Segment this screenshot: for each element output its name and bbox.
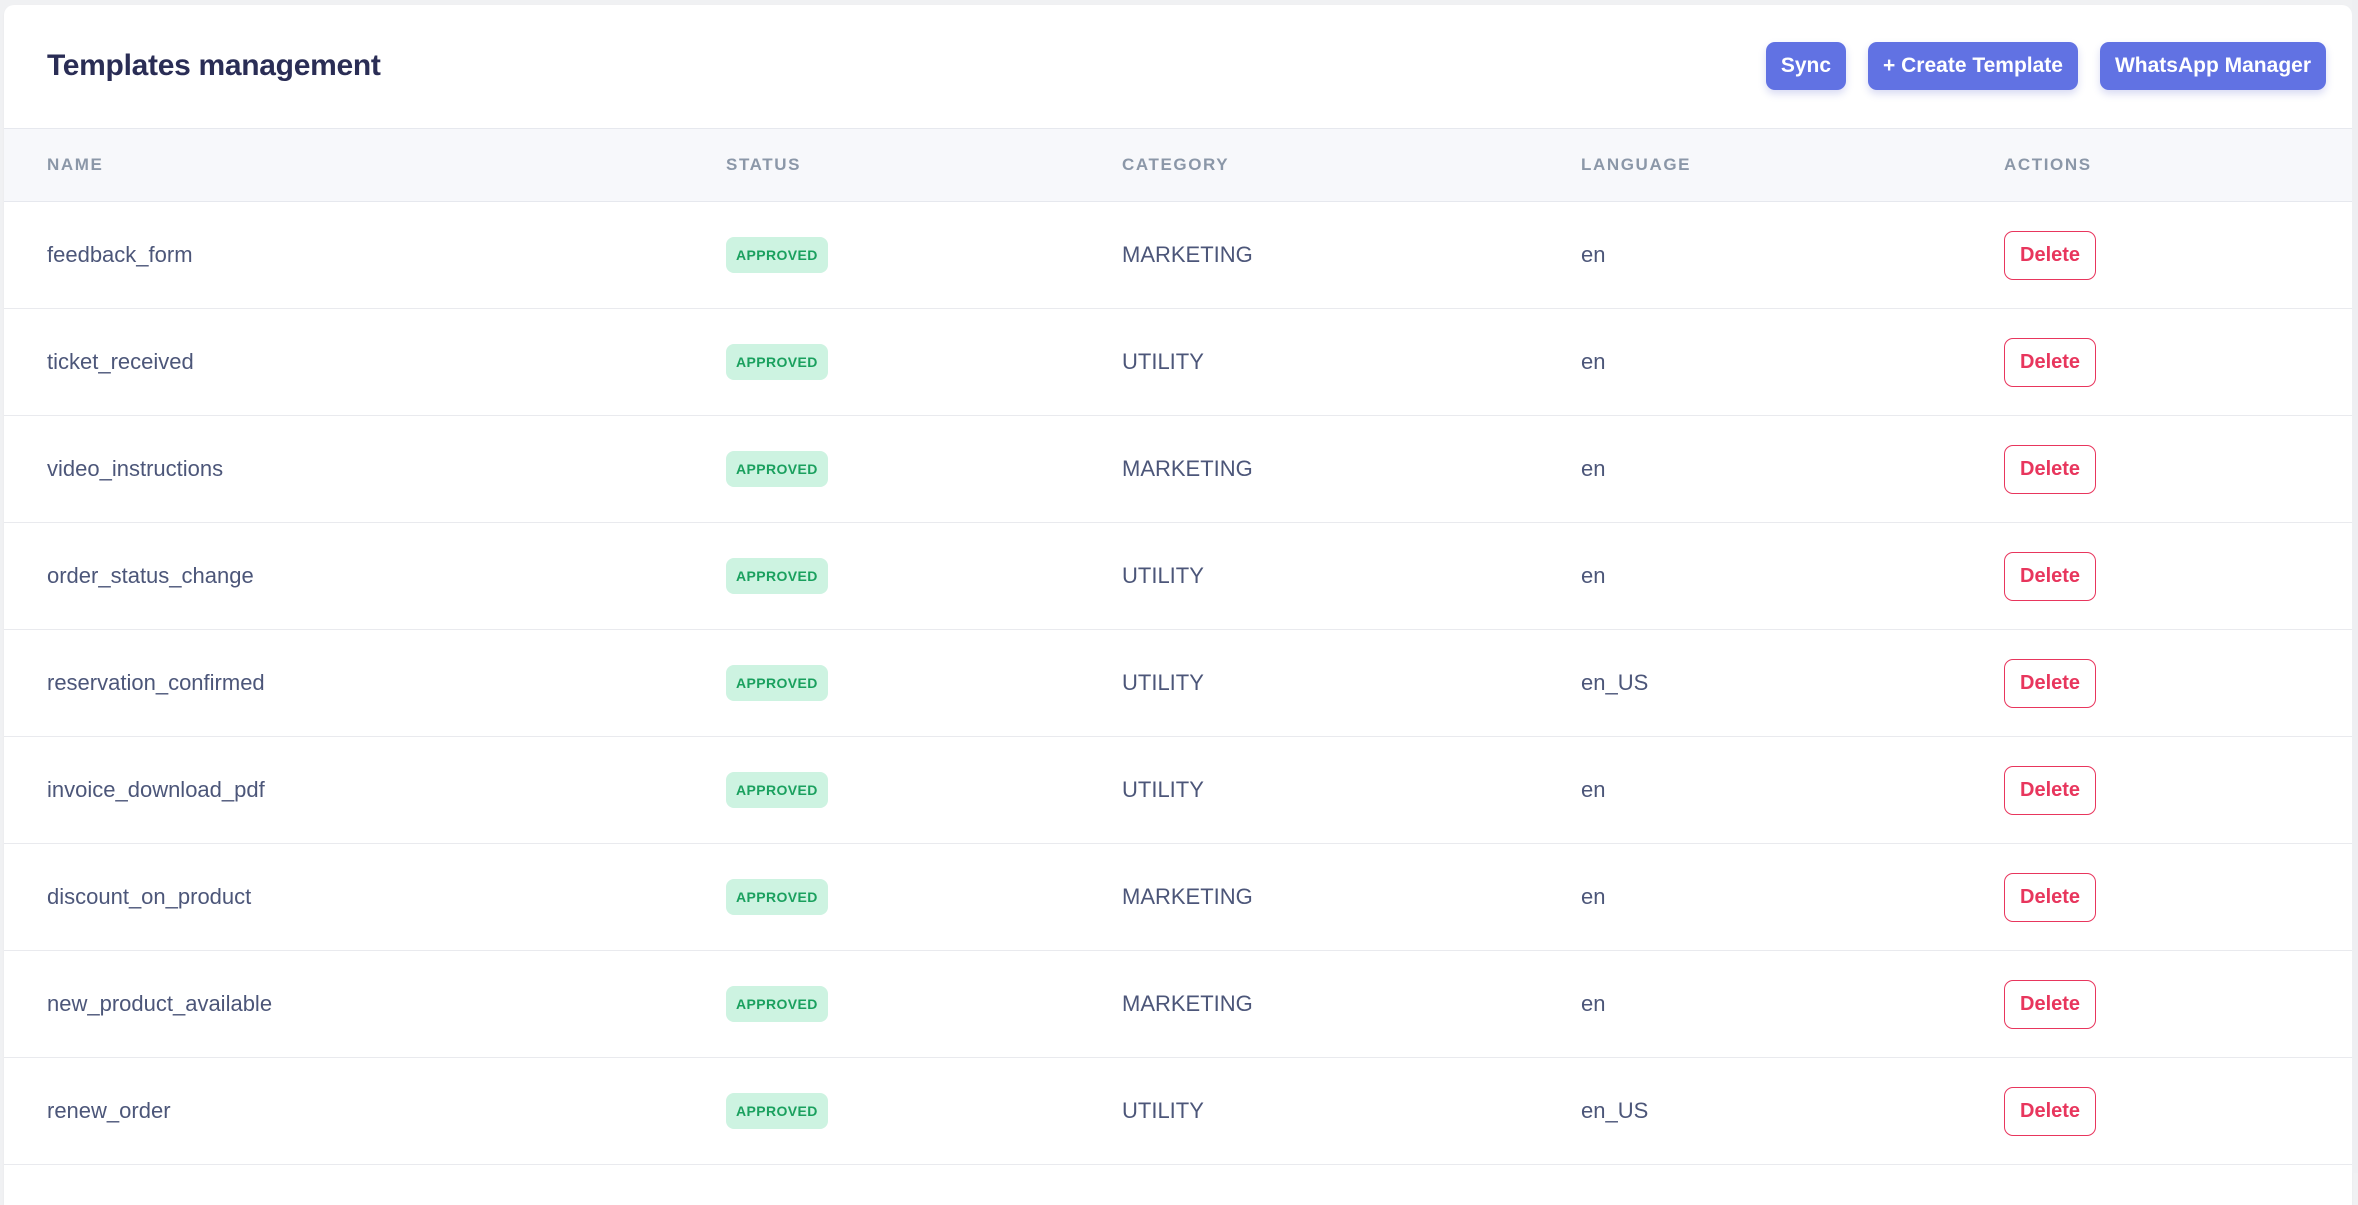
- status-badge: APPROVED: [726, 772, 828, 808]
- column-header-category[interactable]: CATEGORY: [1122, 129, 1229, 201]
- language-cell: en: [1581, 242, 1606, 267]
- whatsapp-manager-button[interactable]: WhatsApp Manager: [2099, 42, 2326, 90]
- scrollbar-track[interactable]: [2352, 0, 2358, 1173]
- template-name: video_instructions: [47, 456, 224, 481]
- table-row: video_instructions APPROVED MARKETING en Del…: [4, 416, 2352, 523]
- category-cell: MARKETING: [1122, 884, 1253, 909]
- template-name: discount_on_product: [47, 884, 252, 909]
- status-cell: APPROVED: [726, 630, 828, 736]
- header-actions: Sync + Create Template WhatsApp Manager: [1765, 42, 2326, 90]
- category-cell: UTILITY: [1122, 670, 1204, 695]
- status-cell: APPROVED: [726, 416, 828, 522]
- delete-button[interactable]: Delete: [2004, 551, 2097, 601]
- category-cell: MARKETING: [1122, 991, 1253, 1016]
- category-cell: UTILITY: [1122, 349, 1204, 374]
- status-badge: APPROVED: [726, 237, 828, 273]
- card-header: Templates management Sync + Create Templ…: [4, 5, 2352, 129]
- templates-card: Templates management Sync + Create Templ…: [4, 5, 2352, 1205]
- status-badge: APPROVED: [726, 986, 828, 1022]
- table-row: discount_on_product APPROVED MARKETING en De…: [4, 844, 2352, 951]
- language-cell: en: [1581, 563, 1606, 588]
- status-cell: APPROVED: [726, 202, 828, 308]
- delete-button[interactable]: Delete: [2004, 979, 2097, 1029]
- status-badge: APPROVED: [726, 344, 828, 380]
- actions-cell: Delete: [2004, 951, 2097, 1057]
- table-row: renew_order APPROVED UTILITY en_US Delete: [4, 1058, 2352, 1165]
- table-row: ticket_received APPROVED UTILITY en Delete: [4, 309, 2352, 416]
- column-header-status[interactable]: STATUS: [726, 129, 801, 201]
- status-badge: APPROVED: [726, 1093, 828, 1129]
- language-cell: en_US: [1581, 1098, 1649, 1123]
- delete-button[interactable]: Delete: [2004, 765, 2097, 815]
- language-cell: en: [1581, 349, 1606, 374]
- column-header-name[interactable]: NAME: [47, 129, 103, 201]
- page-title: Templates management: [47, 49, 381, 82]
- sync-button[interactable]: Sync: [1765, 42, 1847, 90]
- table-row: invoice_download_pdf APPROVED UTILITY en Del…: [4, 737, 2352, 844]
- template-name: new_product_available: [47, 991, 273, 1016]
- status-cell: APPROVED: [726, 309, 828, 415]
- templates-table: NAME STATUS CATEGORY LANGUAGE ACTIONS fe…: [4, 129, 2352, 1165]
- actions-cell: Delete: [2004, 737, 2097, 843]
- language-cell: en: [1581, 456, 1606, 481]
- column-header-language[interactable]: LANGUAGE: [1581, 129, 1691, 201]
- delete-button[interactable]: Delete: [2004, 230, 2097, 280]
- status-cell: APPROVED: [726, 1058, 828, 1164]
- category-cell: MARKETING: [1122, 456, 1253, 481]
- category-cell: MARKETING: [1122, 242, 1253, 267]
- category-cell: UTILITY: [1122, 777, 1204, 802]
- delete-button[interactable]: Delete: [2004, 444, 2097, 494]
- template-name: reservation_confirmed: [47, 670, 265, 695]
- table-header: NAME STATUS CATEGORY LANGUAGE ACTIONS: [4, 129, 2352, 202]
- actions-cell: Delete: [2004, 844, 2097, 950]
- delete-button[interactable]: Delete: [2004, 1086, 2097, 1136]
- table-row: feedback_form APPROVED MARKETING en Delete: [4, 202, 2352, 309]
- template-name: renew_order: [47, 1098, 171, 1123]
- delete-button[interactable]: Delete: [2004, 337, 2097, 387]
- table-row: order_status_change APPROVED UTILITY en Dele…: [4, 523, 2352, 630]
- template-name: invoice_download_pdf: [47, 777, 265, 802]
- column-header-actions: ACTIONS: [2004, 155, 2092, 174]
- actions-cell: Delete: [2004, 1058, 2097, 1164]
- template-name: order_status_change: [47, 563, 254, 588]
- status-badge: APPROVED: [726, 558, 828, 594]
- status-badge: APPROVED: [726, 451, 828, 487]
- category-cell: UTILITY: [1122, 1098, 1204, 1123]
- table-body: feedback_form APPROVED MARKETING en Delete ti…: [4, 202, 2352, 1165]
- language-cell: en: [1581, 884, 1606, 909]
- delete-button[interactable]: Delete: [2004, 658, 2097, 708]
- actions-cell: Delete: [2004, 416, 2097, 522]
- category-cell: UTILITY: [1122, 563, 1204, 588]
- actions-cell: Delete: [2004, 309, 2097, 415]
- language-cell: en: [1581, 777, 1606, 802]
- create-template-button[interactable]: + Create Template: [1868, 42, 2078, 90]
- template-name: ticket_received: [47, 349, 194, 374]
- status-cell: APPROVED: [726, 737, 828, 843]
- language-cell: en_US: [1581, 670, 1649, 695]
- status-cell: APPROVED: [726, 523, 828, 629]
- delete-button[interactable]: Delete: [2004, 872, 2097, 922]
- actions-cell: Delete: [2004, 630, 2097, 736]
- table-row: reservation_confirmed APPROVED UTILITY en_U…: [4, 630, 2352, 737]
- status-badge: APPROVED: [726, 879, 828, 915]
- template-name: feedback_form: [47, 242, 193, 267]
- actions-cell: Delete: [2004, 202, 2097, 308]
- status-cell: APPROVED: [726, 844, 828, 950]
- actions-cell: Delete: [2004, 523, 2097, 629]
- language-cell: en: [1581, 991, 1606, 1016]
- table-row: new_product_available APPROVED MARKETING en…: [4, 951, 2352, 1058]
- status-cell: APPROVED: [726, 951, 828, 1057]
- status-badge: APPROVED: [726, 665, 828, 701]
